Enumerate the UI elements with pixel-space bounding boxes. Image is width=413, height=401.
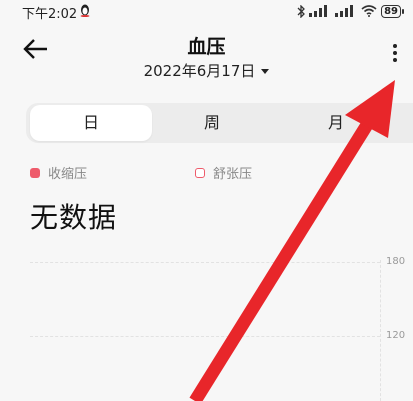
systolic-swatch — [30, 167, 40, 178]
gridline-120 — [30, 336, 380, 337]
status-icons: 89 — [297, 3, 404, 19]
bluetooth-icon — [297, 4, 305, 18]
date-label: 2022年6月17日 — [143, 62, 256, 80]
diastolic-swatch — [195, 167, 205, 178]
tab-week[interactable]: 周 — [152, 103, 272, 143]
tick-120: 120 — [386, 330, 406, 341]
blood-pressure-chart: 180 120 — [30, 250, 413, 401]
wifi-icon — [361, 5, 377, 17]
tab-day[interactable]: 日 — [30, 105, 152, 141]
legend-diastolic-label: 舒张压 — [213, 167, 253, 182]
legend-systolic-label: 收缩压 — [48, 167, 88, 182]
status-bar: 下午2:02 89 — [0, 0, 413, 22]
qq-penguin-icon — [80, 4, 90, 17]
chart-right-axis — [380, 260, 381, 401]
signal-hd-icon — [335, 5, 354, 17]
status-time: 下午2:02 — [22, 7, 78, 22]
period-tabs: 日 周 月 — [26, 103, 413, 143]
signal-icon — [309, 5, 328, 17]
legend-diastolic: 舒张压 — [195, 163, 252, 182]
more-vertical-icon[interactable] — [390, 44, 400, 66]
caret-down-icon — [261, 69, 270, 74]
battery-indicator: 89 — [381, 4, 404, 18]
gridline-180 — [30, 262, 380, 263]
date-picker[interactable]: 2022年6月17日 — [0, 60, 413, 81]
legend-systolic: 收缩压 — [30, 163, 87, 182]
page-title: 血压 — [187, 36, 226, 58]
tick-180: 180 — [386, 256, 406, 267]
no-data-label: 无数据 — [30, 201, 118, 234]
tab-month[interactable]: 月 — [276, 103, 396, 143]
